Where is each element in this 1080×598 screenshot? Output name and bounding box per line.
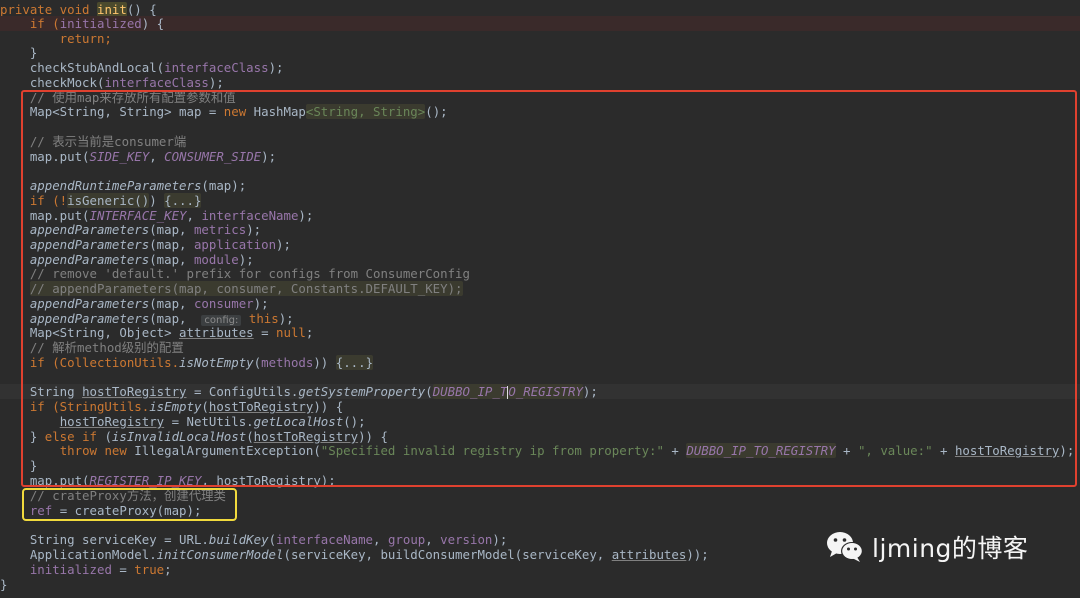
code-token: true (134, 562, 165, 577)
code-token: version (440, 532, 493, 547)
code-token: interfaceClass (104, 75, 209, 90)
code-token: return; (0, 31, 112, 46)
code-token: } (0, 577, 8, 592)
code-line: if (initialized) { (0, 16, 1080, 31)
code-token: () { (126, 2, 157, 17)
code-token: = (111, 562, 135, 577)
code-token: buildKey (208, 532, 269, 547)
code-line: checkMock(interfaceClass); (0, 75, 1080, 90)
code-editor[interactable]: private void init() { if (initialized) {… (0, 0, 1080, 598)
code-token: private void (0, 2, 97, 17)
code-line: } (0, 577, 1080, 592)
code-token: ApplicationModel. (0, 547, 157, 562)
highlight-box-red (21, 90, 1077, 487)
code-token: ); (492, 532, 508, 547)
code-token: initConsumerModel (156, 547, 284, 562)
code-token: , (373, 532, 388, 547)
code-token: ); (268, 60, 284, 75)
code-line: } (0, 45, 1080, 60)
code-token: ); (208, 75, 224, 90)
code-token: initialized (29, 562, 112, 577)
code-token: checkStubAndLocal( (0, 60, 165, 75)
wechat-icon (826, 530, 864, 564)
code-line: private void init() { (0, 2, 1080, 17)
code-token: interfaceName (276, 532, 374, 547)
code-token: attributes (611, 547, 687, 562)
watermark: ljming的博客 (826, 528, 1028, 566)
code-token: String serviceKey = URL. (0, 532, 209, 547)
code-token: ( (268, 532, 277, 547)
code-token: interfaceClass (164, 60, 269, 75)
code-token: group (387, 532, 426, 547)
code-token: if ( (0, 16, 60, 31)
highlight-box-yellow (22, 488, 237, 521)
code-token: initialized (59, 16, 142, 31)
code-token: } (0, 45, 38, 60)
code-line: return; (0, 31, 1080, 46)
method-name: init (96, 2, 127, 17)
code-token: )); (686, 547, 709, 562)
watermark-text: ljming的博客 (872, 534, 1029, 563)
code-token: ) { (141, 16, 165, 31)
code-token: checkMock( (0, 75, 105, 90)
code-line: checkStubAndLocal(interfaceClass); (0, 60, 1080, 75)
code-token: , (425, 532, 441, 547)
code-token: ; (164, 562, 172, 577)
code-token: (serviceKey, buildConsumerModel(serviceK… (283, 547, 612, 562)
